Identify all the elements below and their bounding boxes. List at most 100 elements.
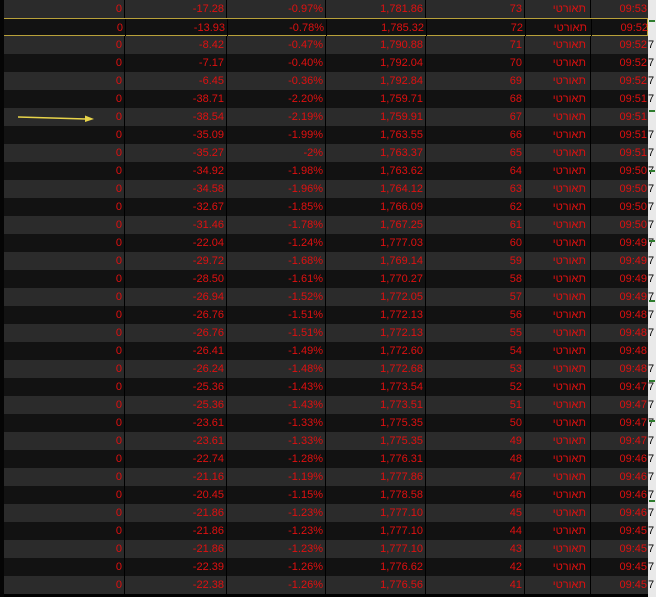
table-row[interactable]: 0 -13.93 -0.78% 1,785.32 72 תאורטי 09:52: [0, 18, 648, 37]
table-row[interactable]: 0 -32.67 -1.85% 1,766.09 62 תאורטי 09:50: [0, 198, 648, 216]
table-row[interactable]: 0 -31.46 -1.78% 1,767.25 61 תאורטי 09:50: [0, 216, 648, 234]
cell-c5: 63: [426, 180, 525, 198]
cell-c3: -2%: [227, 144, 326, 162]
table-row[interactable]: 0 -22.38 -1.26% 1,776.56 41 תאורטי 09:45: [0, 576, 648, 594]
cell-c4: 1,792.84: [326, 72, 426, 90]
strip-char: 7: [648, 561, 655, 573]
cell-c4: 1,769.14: [326, 252, 426, 270]
cell-c1: 0: [0, 144, 125, 162]
cell-c3: -1.61%: [227, 270, 326, 288]
cell-c4: 1,772.68: [326, 360, 426, 378]
table-row[interactable]: 0 -28.50 -1.61% 1,770.27 58 תאורטי 09:49: [0, 270, 648, 288]
cell-c1: 0: [0, 504, 125, 522]
table-row[interactable]: 0 -21.86 -1.23% 1,777.10 44 תאורטי 09:45: [0, 522, 648, 540]
table-row[interactable]: 0 -21.16 -1.19% 1,777.86 47 תאורטי 09:46: [0, 468, 648, 486]
cell-c4: 1,770.27: [326, 270, 426, 288]
cell-c5: 49: [426, 432, 525, 450]
cell-c5: 46: [426, 486, 525, 504]
table-row[interactable]: 0 -22.04 -1.24% 1,777.03 60 תאורטי 09:49: [0, 234, 648, 252]
cell-c6: תאורטי: [525, 54, 591, 72]
table-row[interactable]: 0 -26.76 -1.51% 1,772.13 55 תאורטי 09:48: [0, 324, 648, 342]
cell-c1: 0: [0, 72, 125, 90]
table-row[interactable]: 0 -8.42 -0.47% 1,790.88 71 תאורטי 09:52: [0, 36, 648, 54]
table-row[interactable]: 0 -26.76 -1.51% 1,772.13 56 תאורטי 09:48: [0, 306, 648, 324]
cell-c4: 1,767.25: [326, 216, 426, 234]
table-row[interactable]: 0 -20.45 -1.15% 1,778.58 46 תאורטי 09:46: [0, 486, 648, 504]
cell-c7: 09:50: [619, 201, 647, 213]
table-row[interactable]: 0 -35.09 -1.99% 1,763.55 66 תאורטי 09:51: [0, 126, 648, 144]
cell-c5: 65: [426, 144, 525, 162]
table-row[interactable]: 0 -34.58 -1.96% 1,764.12 63 תאורטי 09:50: [0, 180, 648, 198]
cell-c2: -8.42: [125, 36, 227, 54]
table-row[interactable]: 0 -25.36 -1.43% 1,773.51 51 תאורטי 09:47: [0, 396, 648, 414]
cell-c4: 1,766.09: [326, 198, 426, 216]
strip-char: [648, 0, 656, 18]
cell-c4: 1,777.10: [326, 540, 426, 558]
cell-c1: 0: [0, 126, 125, 144]
cell-c2: -21.86: [125, 522, 227, 540]
table-row[interactable]: 0 -38.71 -2.20% 1,759.71 68 תאורטי 09:51: [0, 90, 648, 108]
strip-mark: [649, 20, 655, 22]
table-row[interactable]: 0 -38.54 -2.19% 1,759.91 67 תאורטי 09:51: [0, 108, 648, 126]
cell-c6: תאורטי: [525, 144, 591, 162]
cell-c6: תאורטי: [525, 234, 591, 252]
cell-c1: 0: [0, 378, 125, 396]
cell-c3: -0.40%: [227, 54, 326, 72]
cell-c4: 1,776.56: [326, 576, 426, 594]
table-row[interactable]: 0 -7.17 -0.40% 1,792.04 70 תאורטי 09:52: [0, 54, 648, 72]
cell-c6: תאורטי: [526, 19, 592, 37]
strip-mark: [649, 420, 655, 422]
cell-c1: 0: [0, 270, 125, 288]
strip-char: 7: [648, 363, 655, 375]
table-row[interactable]: 0 -26.94 -1.52% 1,772.05 57 תאורטי 09:49: [0, 288, 648, 306]
table-row[interactable]: 0 -6.45 -0.36% 1,792.84 69 תאורטי 09:52: [0, 72, 648, 90]
table-row[interactable]: 0 -34.92 -1.98% 1,763.62 64 תאורטי 09:50: [0, 162, 648, 180]
cell-c7: 09:47: [619, 381, 647, 393]
strip-char: 7: [648, 507, 655, 519]
table-row[interactable]: 0 -22.74 -1.28% 1,776.31 48 תאורטי 09:46: [0, 450, 648, 468]
cell-c7: 09:47: [619, 417, 647, 429]
table-row[interactable]: 0 -25.36 -1.43% 1,773.54 52 תאורטי 09:47: [0, 378, 648, 396]
cell-c7: 09:49: [619, 291, 647, 303]
table-row[interactable]: 0 -17.28 -0.97% 1,781.86 73 תאורטי 09:53: [0, 0, 648, 18]
cell-c5: 43: [426, 540, 525, 558]
table-row[interactable]: 0 -22.39 -1.26% 1,776.62 42 תאורטי 09:45: [0, 558, 648, 576]
cell-c1: 0: [0, 522, 125, 540]
table-row[interactable]: 0 -35.27 -2% 1,763.37 65 תאורטי 09:51: [0, 144, 648, 162]
strip-mark: [649, 380, 655, 382]
strip-char: 7: [648, 291, 655, 303]
cell-c2: -38.71: [125, 90, 227, 108]
cell-c7: 09:53: [619, 3, 647, 15]
cell-c3: -0.78%: [228, 19, 327, 37]
table-row[interactable]: 0 -23.61 -1.33% 1,775.35 49 תאורטי 09:47: [0, 432, 648, 450]
table-row[interactable]: 0 -26.41 -1.49% 1,772.60 54 תאורטי 09:48: [0, 342, 648, 360]
table-row[interactable]: 0 -23.61 -1.33% 1,775.35 50 תאורטי 09:47: [0, 414, 648, 432]
strip-mark: [649, 110, 655, 112]
cell-c7: 09:49: [619, 237, 647, 249]
table-row[interactable]: 0 -29.72 -1.68% 1,769.14 59 תאורטי 09:49: [0, 252, 648, 270]
table-row[interactable]: 0 -21.86 -1.23% 1,777.10 43 תאורטי 09:45: [0, 540, 648, 558]
cell-c5: 47: [426, 468, 525, 486]
cell-c3: -1.43%: [227, 396, 326, 414]
cell-c4: 1,777.10: [326, 522, 426, 540]
cell-c3: -0.36%: [227, 72, 326, 90]
cell-c7: 09:51: [619, 129, 647, 141]
cell-c1: 0: [0, 0, 125, 18]
cell-c7: 09:45: [619, 525, 647, 537]
table-row[interactable]: 0 -21.86 -1.23% 1,777.10 45 תאורטי 09:46: [0, 504, 648, 522]
cell-c2: -32.67: [125, 198, 227, 216]
cell-c6: תאורטי: [525, 126, 591, 144]
table-row[interactable]: 0 -26.24 -1.48% 1,772.68 53 תאורטי 09:48: [0, 360, 648, 378]
cell-c5: 72: [427, 19, 526, 37]
cell-c6: תאורטי: [525, 0, 591, 18]
cell-c7: 09:45: [619, 543, 647, 555]
cell-c6: תאורטי: [525, 414, 591, 432]
strip-char: [648, 342, 656, 360]
cell-c2: -21.16: [125, 468, 227, 486]
cell-c7: 09:48: [619, 363, 647, 375]
cell-c3: -0.47%: [227, 36, 326, 54]
cell-c5: 45: [426, 504, 525, 522]
cell-c5: 50: [426, 414, 525, 432]
cell-c4: 1,775.35: [326, 414, 426, 432]
cell-c7: 09:52: [619, 75, 647, 87]
